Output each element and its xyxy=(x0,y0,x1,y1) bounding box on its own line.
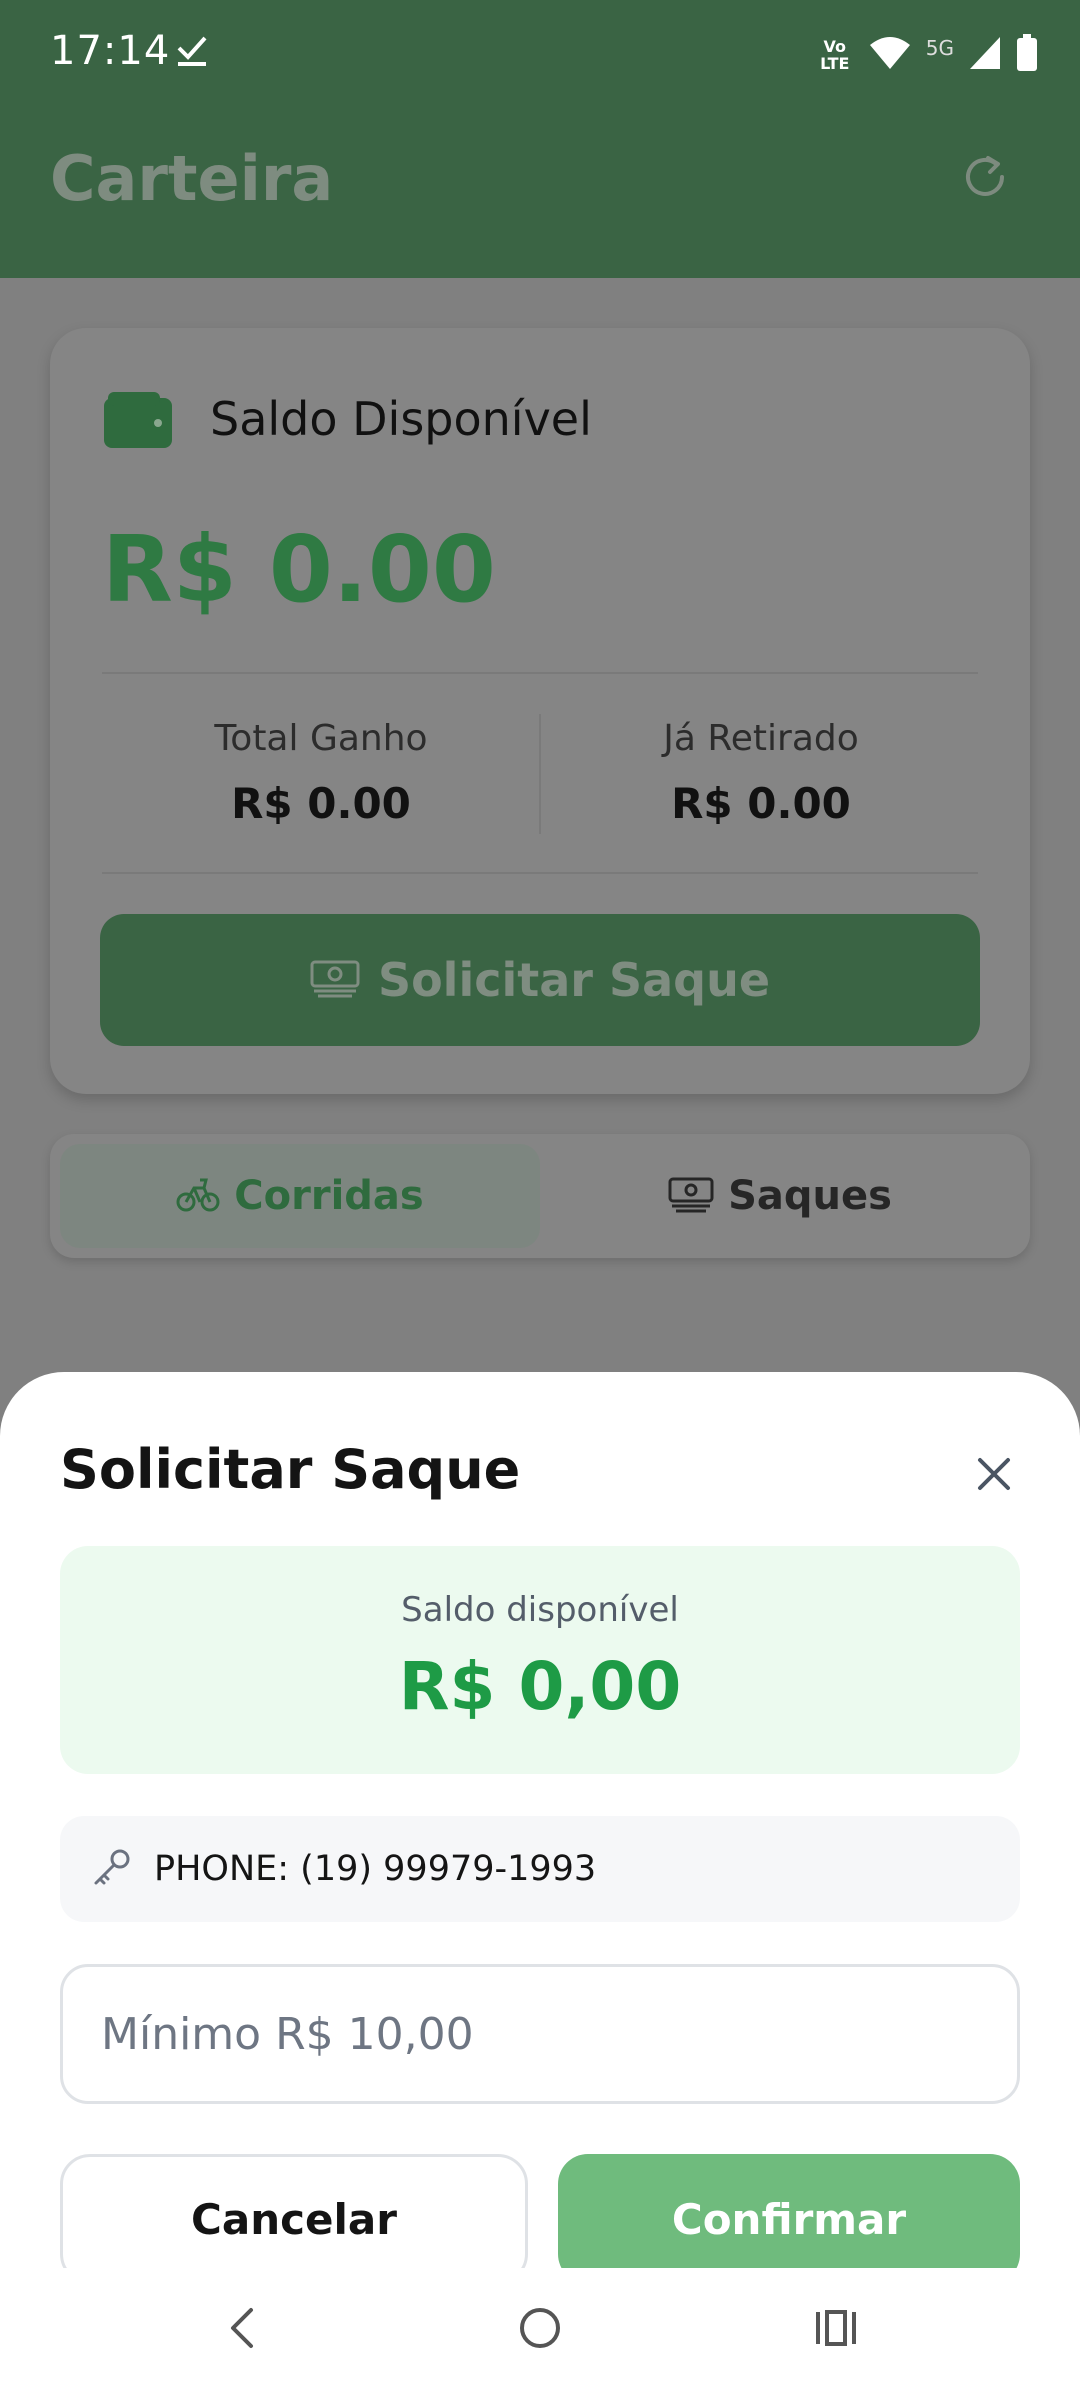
stat-divider xyxy=(539,714,541,834)
sheet-title: Solicitar Saque xyxy=(60,1438,521,1501)
recents-icon[interactable] xyxy=(804,2296,868,2360)
withdrawn-value: R$ 0.00 xyxy=(671,779,851,828)
balance-label: Saldo Disponível xyxy=(210,392,592,446)
pix-key-box: PHONE: (19) 99979-1993 xyxy=(60,1816,1020,1922)
tab-withdrawals[interactable]: Saques xyxy=(540,1144,1020,1248)
page-title: Carteira xyxy=(50,142,334,215)
history-tabs: Corridas Saques xyxy=(50,1134,1030,1258)
status-bar: 17:14 Vo LTE 5G xyxy=(0,0,1080,110)
money-icon xyxy=(668,1175,714,1217)
refresh-icon[interactable] xyxy=(958,150,1012,208)
total-earned-stat: Total Ganho R$ 0.00 xyxy=(102,718,540,828)
request-withdraw-button[interactable]: Solicitar Saque xyxy=(100,914,980,1046)
close-icon[interactable] xyxy=(964,1444,1024,1504)
money-icon xyxy=(310,958,360,1002)
key-icon xyxy=(92,1847,132,1891)
available-balance-value: R$ 0,00 xyxy=(398,1648,682,1725)
available-balance-label: Saldo disponível xyxy=(401,1590,679,1630)
check-icon xyxy=(176,32,208,72)
wallet-icon xyxy=(102,390,174,454)
network-type: 5G xyxy=(925,36,954,60)
status-time: 17:14 xyxy=(50,28,171,74)
withdrawn-stat: Já Retirado R$ 0.00 xyxy=(542,718,980,828)
amount-input[interactable] xyxy=(60,1964,1020,2104)
home-icon[interactable] xyxy=(508,2296,572,2360)
tab-withdrawals-label: Saques xyxy=(728,1173,892,1219)
request-withdraw-label: Solicitar Saque xyxy=(377,953,771,1007)
wifi-icon xyxy=(868,35,912,75)
withdrawn-label: Já Retirado xyxy=(663,718,859,759)
volte-icon: Vo LTE xyxy=(820,37,850,73)
pix-key-text: PHONE: (19) 99979-1993 xyxy=(154,1849,597,1889)
tab-rides[interactable]: Corridas xyxy=(60,1144,540,1248)
app-bar: Carteira xyxy=(0,110,1080,278)
tab-rides-label: Corridas xyxy=(234,1173,424,1219)
confirm-button[interactable]: Confirmar xyxy=(558,2154,1020,2284)
back-icon[interactable] xyxy=(210,2296,274,2360)
divider xyxy=(102,672,978,674)
balance-value: R$ 0.00 xyxy=(102,516,496,623)
cancel-button[interactable]: Cancelar xyxy=(60,2154,528,2284)
withdraw-sheet: Solicitar Saque Saldo disponível R$ 0,00… xyxy=(0,1372,1080,2388)
divider xyxy=(102,872,978,874)
available-balance-box: Saldo disponível R$ 0,00 xyxy=(60,1546,1020,1774)
total-earned-label: Total Ganho xyxy=(214,718,428,759)
signal-icon xyxy=(968,35,1002,75)
balance-card: Saldo Disponível R$ 0.00 Total Ganho R$ … xyxy=(50,328,1030,1094)
total-earned-value: R$ 0.00 xyxy=(231,779,411,828)
system-nav-bar xyxy=(0,2268,1080,2388)
bike-icon xyxy=(176,1176,220,1216)
battery-icon xyxy=(1016,34,1038,76)
